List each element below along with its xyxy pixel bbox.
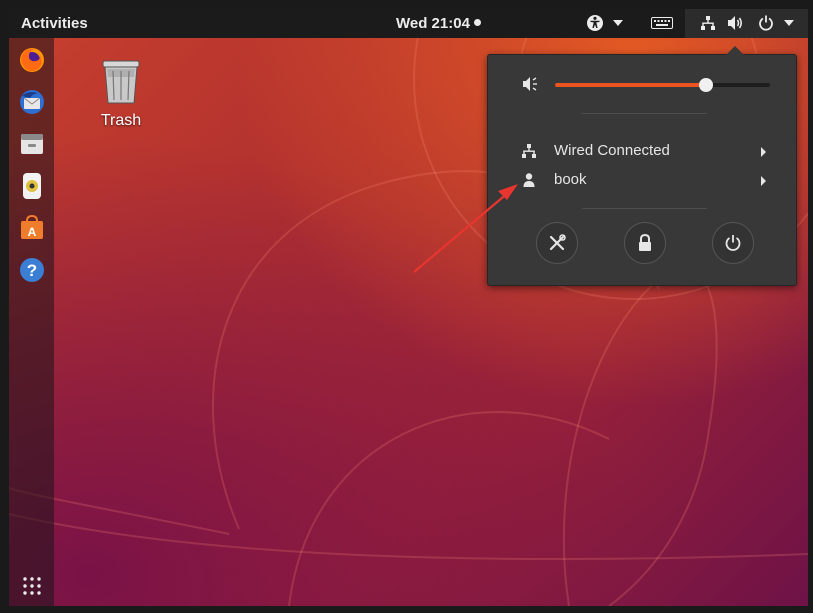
desktop-screen: Activities Wed 21:04 A ? Trash Wired Con… — [9, 9, 808, 606]
annotation-arrow — [413, 184, 518, 273]
